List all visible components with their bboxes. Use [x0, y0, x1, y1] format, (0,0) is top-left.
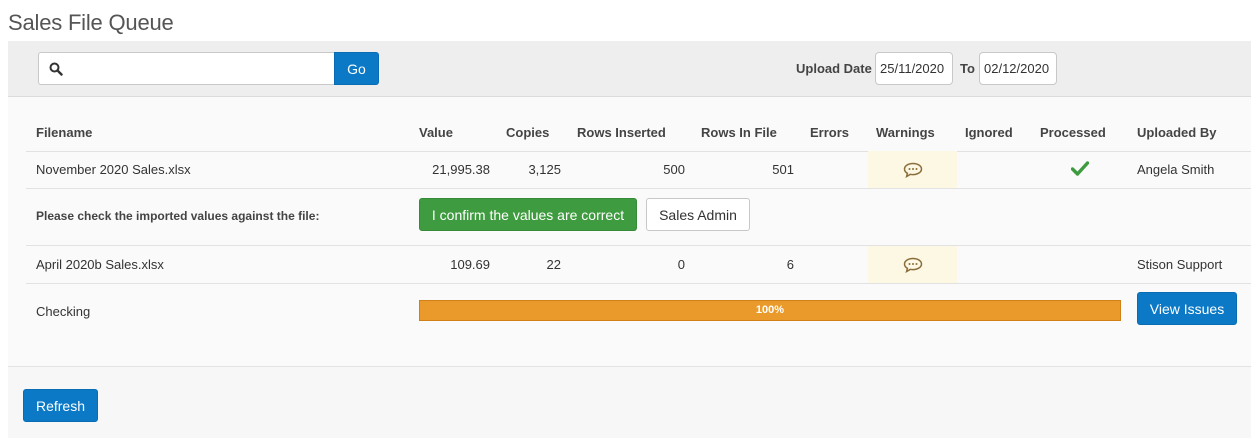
- header-ignored: Ignored: [965, 125, 1013, 140]
- comment-icon[interactable]: [903, 257, 923, 273]
- cell-filename: April 2020b Sales.xlsx: [36, 257, 164, 272]
- view-issues-button[interactable]: View Issues: [1137, 292, 1237, 325]
- warnings-cell[interactable]: [868, 151, 957, 188]
- cell-value: 21,995.38: [432, 162, 490, 177]
- progress-label: 100%: [755, 304, 785, 316]
- header-uploaded-by: Uploaded By: [1137, 125, 1217, 140]
- header-warnings: Warnings: [876, 125, 935, 140]
- search-icon: [49, 62, 63, 76]
- header-processed: Processed: [1040, 125, 1106, 140]
- confirm-prompt: Please check the imported values against…: [36, 209, 320, 223]
- cell-rows-in-file: 501: [772, 162, 794, 177]
- cell-uploaded-by: Stison Support: [1137, 257, 1223, 272]
- cell-uploaded-by: Angela Smith: [1137, 162, 1215, 177]
- row-divider: [26, 283, 1251, 284]
- refresh-button[interactable]: Refresh: [23, 389, 98, 422]
- cell-rows-inserted: 0: [677, 257, 685, 272]
- status-text: Checking: [36, 304, 91, 319]
- confirm-values-button[interactable]: I confirm the values are correct: [419, 198, 637, 231]
- header-errors: Errors: [810, 125, 850, 140]
- header-filename: Filename: [36, 125, 93, 140]
- header-rows-inserted: Rows Inserted: [577, 125, 666, 140]
- filter-bar: Go Upload Date To: [8, 41, 1251, 97]
- cell-copies: 22: [546, 257, 561, 272]
- go-button[interactable]: Go: [334, 52, 379, 85]
- sales-admin-button[interactable]: Sales Admin: [646, 198, 750, 231]
- date-from-input[interactable]: [875, 52, 953, 85]
- cell-rows-in-file: 6: [786, 257, 794, 272]
- progress-bar: 100%: [419, 300, 1121, 321]
- date-to-input[interactable]: [979, 52, 1057, 85]
- row-divider: [26, 245, 1251, 246]
- comment-icon[interactable]: [903, 162, 923, 178]
- cell-filename: November 2020 Sales.xlsx: [36, 162, 191, 177]
- header-copies: Copies: [506, 125, 550, 140]
- upload-date-label: Upload Date: [796, 61, 872, 76]
- search-box[interactable]: [38, 52, 334, 85]
- cell-rows-inserted: 500: [663, 162, 685, 177]
- warnings-cell[interactable]: [868, 246, 957, 283]
- row-divider: [26, 188, 1251, 189]
- cell-copies: 3,125: [528, 162, 561, 177]
- to-label: To: [960, 61, 975, 76]
- header-rows-in-file: Rows In File: [701, 125, 777, 140]
- row-divider: [26, 151, 1251, 152]
- cell-value: 109.69: [450, 257, 490, 272]
- check-icon: [1071, 161, 1089, 176]
- queue-panel: Go Upload Date To Filename Value Copies …: [8, 41, 1251, 438]
- search-input[interactable]: [71, 53, 331, 84]
- page-title: Sales File Queue: [8, 10, 174, 35]
- header-value: Value: [419, 125, 453, 140]
